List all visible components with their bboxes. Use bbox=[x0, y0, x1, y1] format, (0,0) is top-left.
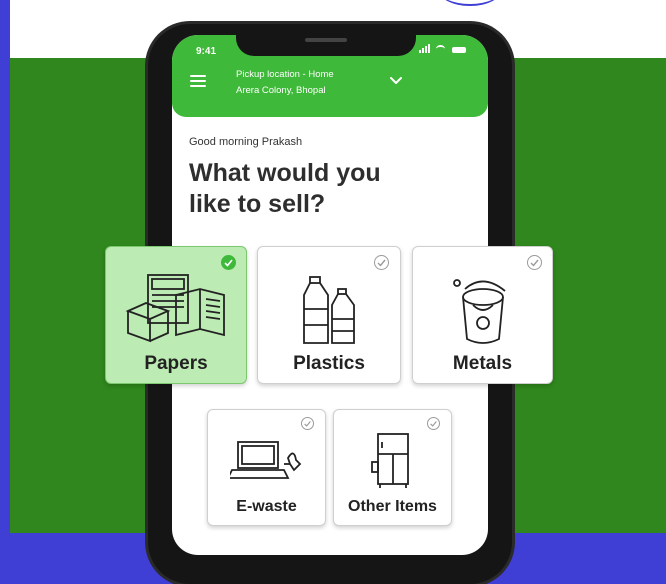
laptop-icon bbox=[230, 441, 302, 479]
status-time: 9:41 bbox=[196, 46, 217, 57]
category-card-plastics[interactable]: Plastics bbox=[257, 246, 401, 384]
page-title: What would you like to sell? bbox=[189, 158, 429, 220]
category-label: E-waste bbox=[236, 498, 297, 515]
refrigerator-icon bbox=[371, 433, 409, 488]
check-icon bbox=[427, 417, 440, 430]
category-label: Papers bbox=[144, 353, 208, 374]
pickup-location[interactable]: Pickup location - Home Arera Colony, Bho… bbox=[236, 67, 334, 99]
newspaper-icon bbox=[125, 274, 225, 343]
page-title-line1: What would you bbox=[189, 159, 381, 187]
category-card-metals[interactable]: Metals bbox=[412, 246, 553, 384]
pickup-title: Pickup location - Home bbox=[236, 69, 334, 80]
category-card-other-items[interactable]: Other Items bbox=[333, 409, 452, 526]
check-icon bbox=[221, 255, 236, 270]
signal-icon bbox=[419, 44, 430, 53]
metal-bucket-icon bbox=[453, 279, 506, 344]
pickup-address: Arera Colony, Bhopal bbox=[236, 85, 326, 96]
hamburger-menu-icon[interactable] bbox=[190, 75, 206, 87]
plastic-bottles-icon bbox=[303, 276, 355, 344]
category-label: Plastics bbox=[293, 353, 365, 374]
check-icon bbox=[301, 417, 314, 430]
category-card-papers[interactable]: Papers bbox=[105, 246, 247, 384]
wifi-icon bbox=[436, 45, 445, 53]
page-title-line2: like to sell? bbox=[189, 190, 326, 218]
phone-notch bbox=[236, 30, 416, 56]
decorative-arc bbox=[438, 0, 502, 6]
category-label: Other Items bbox=[348, 498, 437, 515]
battery-icon bbox=[452, 47, 466, 53]
greeting-text: Good morning Prakash bbox=[189, 136, 303, 148]
status-icons bbox=[419, 44, 466, 53]
category-label: Metals bbox=[452, 353, 513, 374]
check-icon bbox=[527, 255, 542, 270]
check-icon bbox=[374, 255, 389, 270]
category-card-e-waste[interactable]: E-waste bbox=[207, 409, 326, 526]
chevron-down-icon[interactable] bbox=[390, 75, 402, 87]
